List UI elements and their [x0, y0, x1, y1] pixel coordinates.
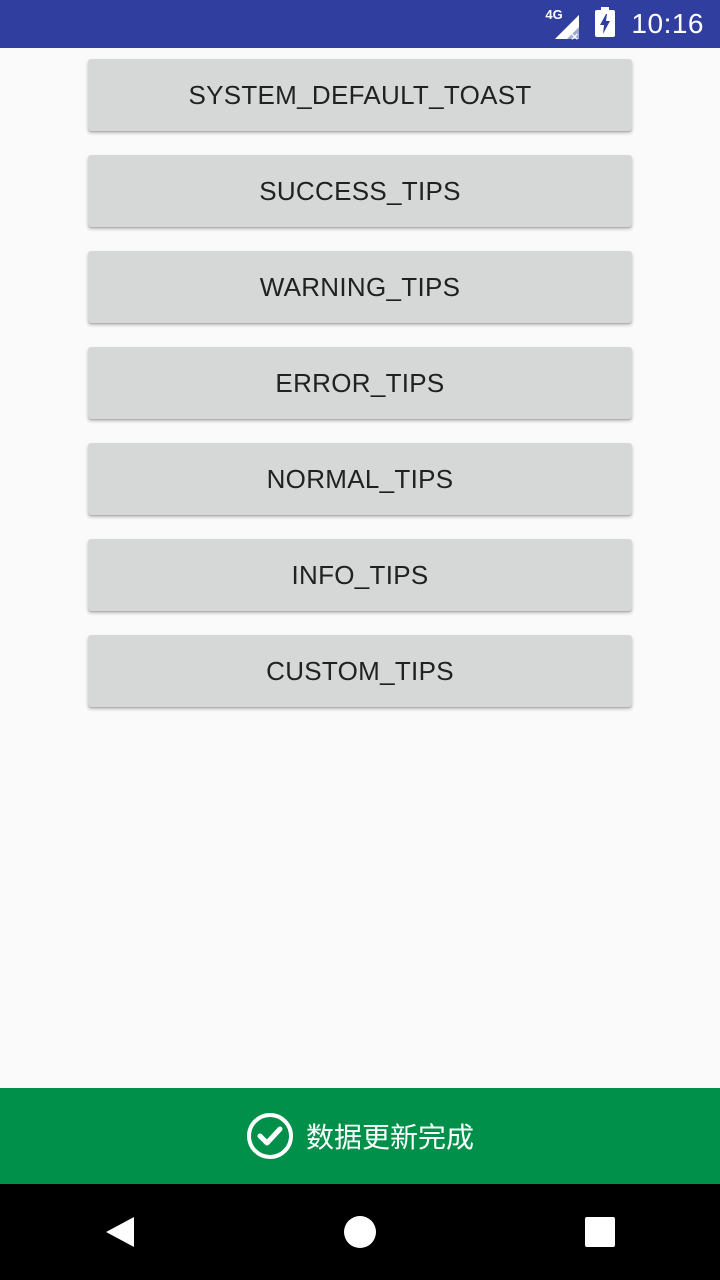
- svg-text:×: ×: [570, 30, 579, 41]
- recents-button[interactable]: [552, 1184, 648, 1280]
- status-bar: 4G × 10:16: [0, 0, 720, 48]
- navigation-bar: [0, 1184, 720, 1280]
- back-button[interactable]: [72, 1184, 168, 1280]
- recents-icon: [585, 1217, 615, 1247]
- error-tips-button[interactable]: ERROR_TIPS: [88, 347, 632, 419]
- check-circle-icon: [246, 1112, 294, 1160]
- battery-charging-icon: [595, 6, 616, 42]
- success-toast: 数据更新完成: [0, 1088, 720, 1184]
- back-icon: [106, 1217, 134, 1247]
- system-default-toast-button[interactable]: SYSTEM_DEFAULT_TOAST: [88, 59, 632, 131]
- warning-tips-button[interactable]: WARNING_TIPS: [88, 251, 632, 323]
- cellular-signal-icon: 4G ×: [545, 7, 581, 41]
- success-tips-button[interactable]: SUCCESS_TIPS: [88, 155, 632, 227]
- custom-tips-button[interactable]: CUSTOM_TIPS: [88, 635, 632, 707]
- clock: 10:16: [631, 8, 704, 39]
- normal-tips-button[interactable]: NORMAL_TIPS: [88, 443, 632, 515]
- home-button[interactable]: [312, 1184, 408, 1280]
- toast-message: 数据更新完成: [305, 1121, 474, 1154]
- home-icon: [344, 1216, 376, 1248]
- info-tips-button[interactable]: INFO_TIPS: [88, 539, 632, 611]
